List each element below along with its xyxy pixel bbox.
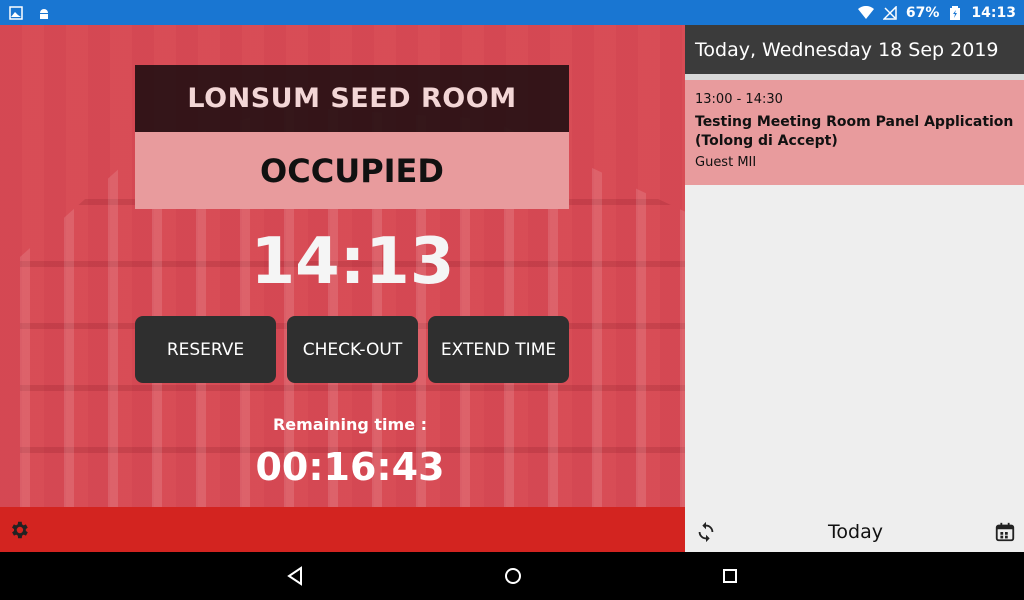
calendar-icon[interactable] bbox=[994, 521, 1016, 543]
event-time: 13:00 - 14:30 bbox=[695, 92, 783, 107]
room-panel: LONSUM SEED ROOM OCCUPIED 14:13 RESERVE … bbox=[0, 25, 685, 507]
settings-icon[interactable] bbox=[8, 519, 30, 541]
status-bar: 67% 14:13 bbox=[0, 0, 1024, 25]
remaining-time-label: Remaining time : bbox=[272, 415, 428, 434]
room-status: OCCUPIED bbox=[135, 132, 569, 209]
recents-icon[interactable] bbox=[718, 564, 742, 588]
bottom-bar bbox=[0, 507, 685, 552]
today-button[interactable]: Today bbox=[828, 521, 883, 543]
schedule-date-header: Today, Wednesday 18 Sep 2019 bbox=[685, 25, 1024, 74]
event-organizer: Guest MII bbox=[695, 155, 757, 170]
check-out-button[interactable]: CHECK-OUT bbox=[287, 316, 418, 383]
battery-percent: 67% bbox=[905, 4, 940, 21]
remaining-time-value: 00:16:43 bbox=[255, 445, 445, 489]
schedule-footer: Today bbox=[685, 511, 1024, 552]
room-name: LONSUM SEED ROOM bbox=[135, 65, 569, 132]
schedule-panel: Today, Wednesday 18 Sep 2019 13:00 - 14:… bbox=[685, 25, 1024, 552]
gallery-icon bbox=[8, 5, 24, 21]
android-icon bbox=[36, 5, 52, 21]
battery-charging-icon bbox=[947, 5, 963, 21]
status-time: 14:13 bbox=[971, 4, 1016, 21]
home-icon[interactable] bbox=[501, 564, 525, 588]
wifi-icon bbox=[857, 5, 874, 21]
no-signal-icon bbox=[882, 5, 898, 21]
event-item[interactable]: 13:00 - 14:30 Testing Meeting Room Panel… bbox=[685, 80, 1024, 185]
current-time: 14:13 bbox=[250, 225, 455, 299]
reserve-button[interactable]: RESERVE bbox=[135, 316, 276, 383]
event-title: Testing Meeting Room Panel Application (… bbox=[695, 114, 1014, 149]
refresh-icon[interactable] bbox=[695, 521, 717, 543]
extend-time-button[interactable]: EXTEND TIME bbox=[428, 316, 569, 383]
back-icon[interactable] bbox=[283, 564, 307, 588]
navigation-bar bbox=[0, 552, 1024, 600]
